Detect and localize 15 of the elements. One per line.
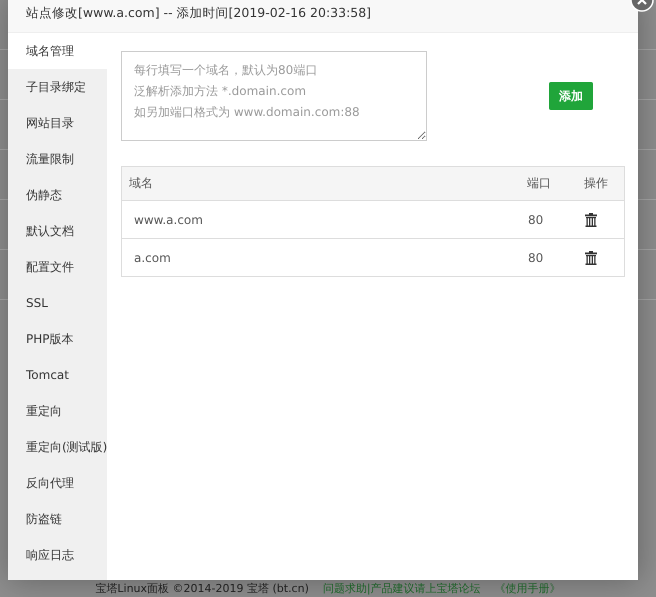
placeholder-text: 如另加端口格式为 www.domain.com:88 — [134, 104, 360, 121]
placeholder-text: 每行填写一个域名，默认为80端口 — [134, 62, 318, 79]
copyright-text: 宝塔Linux面板 ©2014-2019 宝塔 (bt.cn) — [95, 582, 309, 595]
port-cell: 80 — [527, 200, 584, 238]
column-header: 端口 — [527, 166, 584, 200]
domain-cell: a.com — [122, 238, 527, 276]
sidebar-item[interactable]: 域名管理 — [8, 33, 107, 69]
column-header: 操作 — [584, 166, 624, 200]
dialog-title: 站点修改[www.a.com] -- 添加时间[2019-02-16 20:33:58] — [26, 5, 372, 20]
placeholder-text: 泛解析添加方法 *.domain.com — [134, 83, 306, 100]
delete-icon[interactable] — [585, 250, 597, 264]
column-header: 域名 — [122, 166, 527, 200]
domain-cell: www.a.com — [122, 200, 527, 238]
port-cell: 80 — [527, 238, 584, 276]
delete-icon[interactable] — [585, 212, 597, 226]
